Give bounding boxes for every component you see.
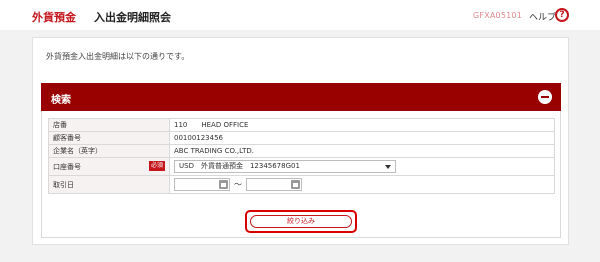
account-number-label: 口座番号 bbox=[53, 162, 81, 171]
company-name-label: 企業名（英字） bbox=[48, 144, 170, 158]
form-row-branch: 店番 110 HEAD OFFICE bbox=[48, 118, 555, 132]
calendar-icon[interactable] bbox=[219, 180, 228, 189]
form-row-account-number: 口座番号 必須 USD 外貨普通預金 12345678G01 bbox=[48, 157, 555, 176]
intro-text: 外貨預金入出金明細は以下の通りです。 bbox=[46, 52, 190, 61]
search-form-table: 店番 110 HEAD OFFICE 顧客番号 00100123456 企業名（… bbox=[48, 118, 555, 194]
filter-button[interactable]: 絞り込み bbox=[250, 215, 352, 228]
transaction-date-value-cell: ～ bbox=[169, 175, 555, 194]
required-badge: 必須 bbox=[148, 161, 165, 171]
help-icon[interactable]: ? bbox=[555, 8, 569, 22]
date-range-separator: ～ bbox=[234, 180, 242, 189]
branch-label: 店番 bbox=[48, 118, 170, 132]
help-link[interactable]: ヘルプ bbox=[529, 10, 556, 23]
date-to-input[interactable] bbox=[246, 178, 302, 191]
search-panel: 検索 店番 110 HEAD OFFICE 顧客番号 00100123456 企… bbox=[41, 83, 561, 238]
form-row-customer-number: 顧客番号 00100123456 bbox=[48, 131, 555, 145]
calendar-icon[interactable] bbox=[291, 180, 300, 189]
search-panel-header: 検索 bbox=[41, 83, 561, 111]
chevron-down-icon bbox=[385, 165, 391, 169]
customer-number-value: 00100123456 bbox=[169, 131, 555, 145]
form-row-transaction-date: 取引日 ～ bbox=[48, 175, 555, 194]
branch-value: 110 HEAD OFFICE bbox=[169, 118, 555, 132]
search-panel-title: 検索 bbox=[51, 95, 71, 106]
top-header: 外貨預金 入出金明細照会 GFXA05101 ヘルプ ? bbox=[0, 0, 600, 30]
transaction-date-label: 取引日 bbox=[48, 175, 170, 194]
date-from-input[interactable] bbox=[174, 178, 230, 191]
collapse-icon[interactable] bbox=[538, 90, 552, 104]
filter-button-highlight: 絞り込み bbox=[245, 210, 357, 233]
account-number-value-cell: USD 外貨普通預金 12345678G01 bbox=[169, 157, 555, 176]
page-title: 入出金明細照会 bbox=[94, 11, 171, 24]
service-title: 外貨預金 bbox=[32, 11, 76, 24]
form-row-company-name: 企業名（英字） ABC TRADING CO.,LTD. bbox=[48, 144, 555, 158]
company-name-value: ABC TRADING CO.,LTD. bbox=[169, 144, 555, 158]
account-number-selected: USD 外貨普通預金 12345678G01 bbox=[179, 162, 300, 170]
main-card: 外貨預金入出金明細は以下の通りです。 検索 店番 110 HEAD OFFICE… bbox=[32, 37, 569, 245]
screen-code: GFXA05101 bbox=[473, 11, 523, 20]
customer-number-label: 顧客番号 bbox=[48, 131, 170, 145]
account-number-label-cell: 口座番号 必須 bbox=[48, 157, 170, 176]
account-number-select[interactable]: USD 外貨普通預金 12345678G01 bbox=[174, 160, 396, 173]
